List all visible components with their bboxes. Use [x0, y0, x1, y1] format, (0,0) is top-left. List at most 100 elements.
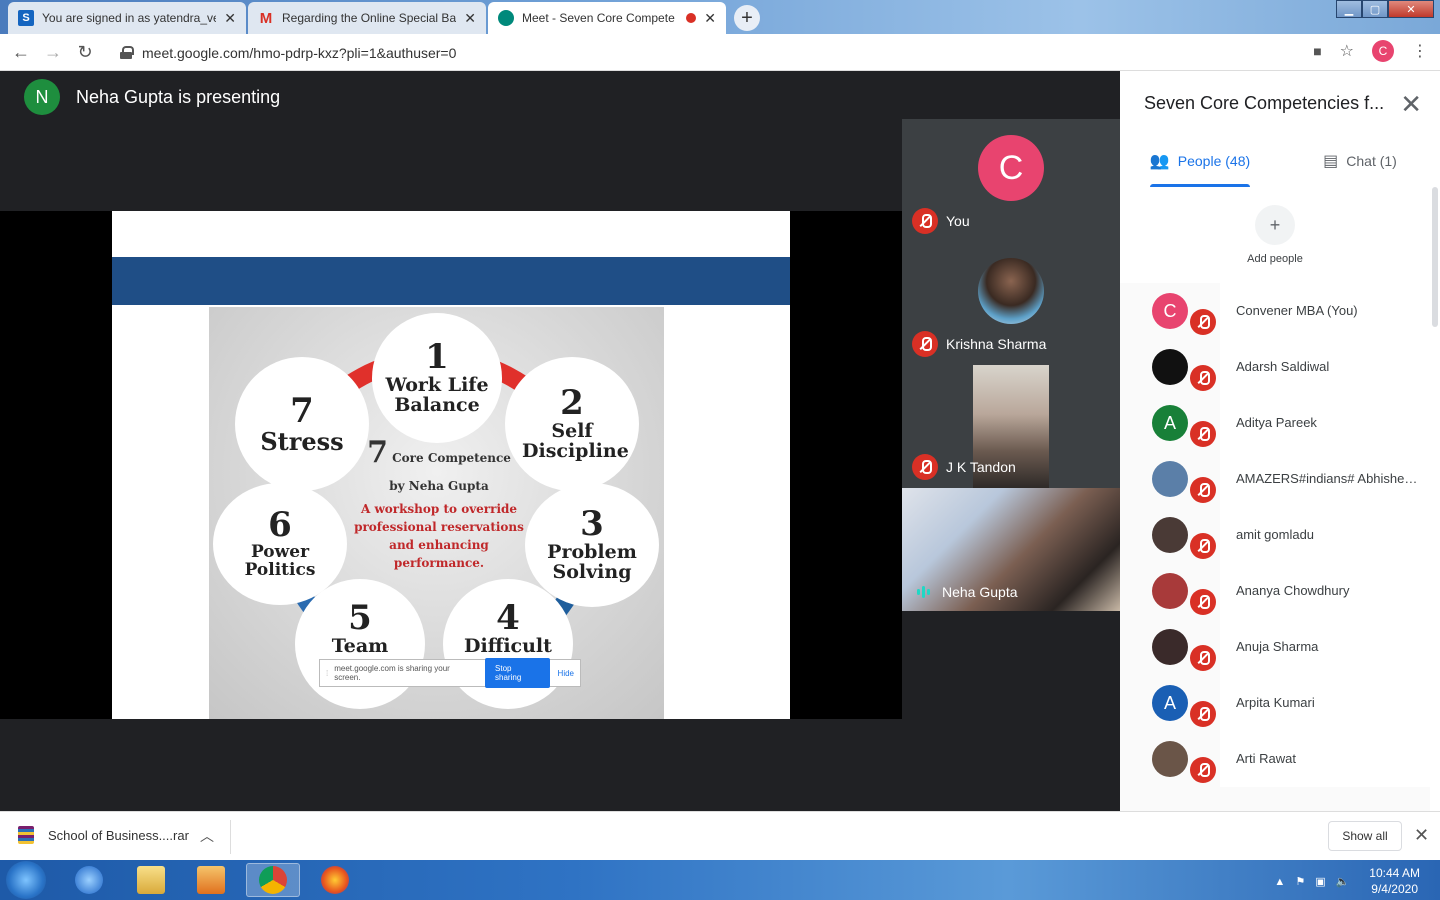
participant-avatar [1152, 461, 1188, 497]
people-icon: 👥 [1149, 153, 1170, 170]
close-tab-icon[interactable]: ✕ [224, 10, 236, 27]
tab-title: Meet - Seven Core Compete [522, 11, 675, 25]
tile-you[interactable]: C You [902, 119, 1120, 242]
participant-row[interactable]: Ananya Chowdhury [1120, 563, 1430, 619]
close-downloads-icon[interactable]: ✕ [1414, 825, 1429, 846]
center-description: A workshop to override professional rese… [354, 502, 524, 571]
tab-chat[interactable]: ▤ Chat (1) [1280, 135, 1440, 187]
bubble-difficult: 4 Difficult [443, 579, 573, 709]
slide-image: 1 Work Life Balance 2 Self Discipline 3 … [209, 307, 664, 719]
bubble-label: Power Politics [244, 542, 316, 580]
slide-center-text: 7 Core Competence by Neha Gupta A worksh… [349, 429, 529, 572]
tab-label: Chat (1) [1346, 153, 1397, 169]
participant-avatar [1152, 349, 1188, 385]
media-player-icon[interactable] [184, 863, 238, 897]
tab-title: Regarding the Online Special Ba [282, 11, 457, 25]
file-explorer-icon[interactable] [124, 863, 178, 897]
presenting-label: Neha Gupta is presenting [76, 86, 281, 107]
menu-icon[interactable]: ⋮ [1412, 41, 1428, 61]
meet-stage-area: N Neha Gupta is presenting 1 Work Life B… [0, 71, 1120, 811]
download-item[interactable]: School of Business....rar [18, 826, 189, 844]
participant-name: Ananya Chowdhury [1236, 583, 1350, 598]
tab-meet[interactable]: Meet - Seven Core Compete ✕ [488, 2, 726, 34]
s-favicon-icon: S [18, 10, 34, 26]
tile-krishna-sharma[interactable]: Krishna Sharma [902, 242, 1120, 365]
center-number: 7 [367, 435, 388, 470]
chrome-icon[interactable] [246, 863, 300, 897]
participant-row[interactable]: AMAZERS#indians# Abhishek ... [1120, 451, 1430, 507]
participant-name: Anuja Sharma [1236, 639, 1319, 654]
bubble-number: 7 [290, 390, 314, 431]
back-icon[interactable]: ← [10, 42, 32, 63]
participant-tiles: C You Krishna Sharma J K Tandon Neha Gup… [902, 119, 1120, 611]
participant-row[interactable]: amit gomladu [1120, 507, 1430, 563]
volume-icon[interactable]: 🔈 [1336, 875, 1350, 888]
action-center-icon[interactable]: ⚑ [1295, 875, 1305, 888]
drag-handle-icon[interactable]: ⁞ [326, 669, 328, 678]
panel-tabs: 👥 People (48) ▤ Chat (1) [1120, 135, 1440, 187]
tile-jk-tandon[interactable]: J K Tandon [902, 365, 1120, 488]
mic-off-icon [1190, 421, 1216, 447]
mic-off-icon [1190, 757, 1216, 783]
network-icon[interactable]: ▣ [1315, 875, 1325, 888]
window-close-icon[interactable]: ✕ [1388, 0, 1434, 18]
tile-neha-gupta[interactable]: Neha Gupta [902, 488, 1120, 611]
add-people-label: Add people [1247, 253, 1303, 265]
participant-row[interactable]: Anuja Sharma [1120, 619, 1430, 675]
windows-taskbar: ▲ ⚑ ▣ 🔈 10:44 AM 9/4/2020 [0, 860, 1440, 900]
internet-explorer-icon[interactable] [62, 863, 116, 897]
bubble-number: 2 [560, 383, 584, 424]
bubble-label: Self Discipline [522, 419, 629, 462]
address-bar: ← → ↻ meet.google.com/hmo-pdrp-kxz?pli=1… [0, 34, 1440, 71]
hide-button[interactable]: Hide [558, 669, 574, 678]
mic-off-icon [1190, 477, 1216, 503]
screen-share-bar: ⁞ meet.google.com is sharing your screen… [319, 658, 581, 688]
people-panel: Seven Core Competencies f... ✕ 👥 People … [1120, 71, 1440, 811]
participant-row[interactable]: C Convener MBA (You) [1120, 283, 1430, 339]
participant-name: Aditya Pareek [1236, 415, 1317, 430]
star-icon[interactable]: ☆ [1340, 41, 1354, 61]
add-people-button[interactable]: + Add people [1120, 187, 1430, 283]
close-tab-icon[interactable]: ✕ [464, 10, 476, 27]
minimize-icon[interactable]: ▁ [1336, 0, 1362, 18]
mic-off-icon [1190, 533, 1216, 559]
tray-expand-icon[interactable]: ▲ [1274, 876, 1285, 888]
participant-row[interactable]: Arti Rawat [1120, 731, 1430, 787]
participant-avatar: C [1152, 293, 1188, 329]
tab-people[interactable]: 👥 People (48) [1120, 135, 1280, 187]
people-list: C Convener MBA (You) Adarsh Saldiwal A Adity… [1120, 283, 1430, 811]
tab-signed-in[interactable]: S You are signed in as yatendra_ve ✕ [8, 2, 246, 34]
bubble-team: 5 Team [295, 579, 425, 709]
profile-avatar[interactable]: C [1372, 40, 1394, 62]
reload-icon[interactable]: ↻ [74, 42, 96, 63]
new-tab-button[interactable]: + [734, 5, 760, 31]
panel-scrollbar[interactable] [1432, 187, 1438, 327]
participant-name: Arti Rawat [1236, 751, 1296, 766]
share-status-text: meet.google.com is sharing your screen. [334, 664, 450, 682]
camera-icon[interactable]: ■ [1313, 43, 1321, 59]
participant-row[interactable]: Adarsh Saldiwal [1120, 339, 1430, 395]
close-tab-icon[interactable]: ✕ [704, 10, 716, 27]
window-controls: ▁ ▢ ✕ [1336, 0, 1434, 18]
url-field[interactable]: meet.google.com/hmo-pdrp-kxz?pli=1&authu… [112, 39, 1352, 66]
tab-gmail[interactable]: M Regarding the Online Special Ba ✕ [248, 2, 486, 34]
stop-sharing-button[interactable]: Stop sharing [485, 658, 550, 688]
gmail-favicon-icon: M [259, 9, 273, 27]
maximize-icon[interactable]: ▢ [1362, 0, 1388, 18]
tile-name: J K Tandon [946, 459, 1016, 475]
participant-row[interactable]: A Aditya Pareek [1120, 395, 1430, 451]
forward-icon[interactable]: → [42, 42, 64, 63]
start-button-icon[interactable] [6, 861, 46, 899]
mic-off-icon [1190, 645, 1216, 671]
avatar [978, 258, 1044, 324]
participant-row[interactable]: A Arpita Kumari [1120, 675, 1430, 731]
mic-off-icon [912, 331, 938, 357]
shared-slide: 1 Work Life Balance 2 Self Discipline 3 … [112, 211, 790, 719]
firefox-icon[interactable] [308, 863, 362, 897]
chevron-up-icon[interactable]: ︿ [200, 826, 214, 846]
close-panel-icon[interactable]: ✕ [1400, 89, 1422, 120]
mic-off-icon [1190, 701, 1216, 727]
show-all-button[interactable]: Show all [1328, 821, 1402, 851]
participant-avatar [1152, 573, 1188, 609]
clock[interactable]: 10:44 AM 9/4/2020 [1369, 866, 1420, 897]
